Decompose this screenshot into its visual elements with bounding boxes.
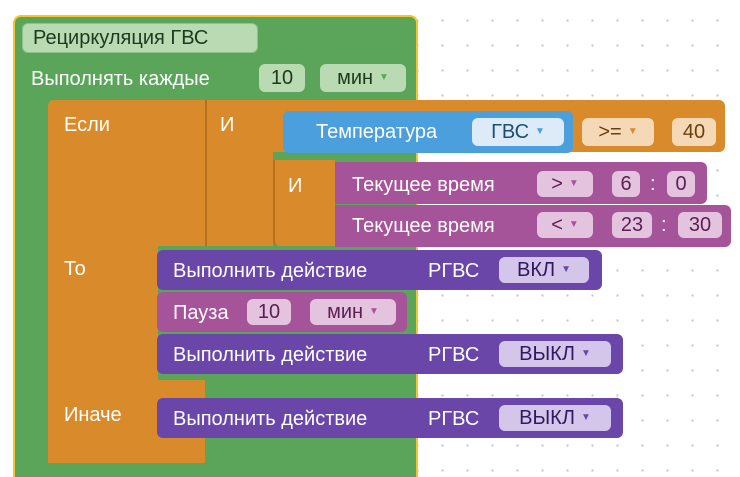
time-to-operator-dropdown[interactable]: < ▼: [537, 212, 593, 238]
chevron-down-icon: ▼: [580, 348, 591, 359]
else-action-off-state: ВЫКЛ: [519, 407, 575, 429]
sensor-source-dropdown[interactable]: ГВС ▼: [472, 118, 564, 146]
time-to-minutes: 30: [688, 214, 712, 236]
interval-unit: мин: [337, 67, 374, 89]
pause-unit-dropdown[interactable]: мин ▼: [310, 299, 396, 325]
and-block-2[interactable]: [273, 160, 335, 246]
then-action-off-state: ВЫКЛ: [519, 343, 575, 365]
chevron-down-icon: ▼: [379, 72, 389, 83]
then-action-off-state-dropdown[interactable]: ВЫКЛ ▼: [499, 341, 611, 367]
and-label-1: И: [220, 114, 235, 136]
pause-value-field[interactable]: 10: [247, 299, 291, 325]
then-action-on-label: Выполнить действие: [173, 260, 368, 282]
pause-unit: мин: [327, 301, 364, 323]
then-action-on-state-dropdown[interactable]: ВКЛ ▼: [499, 257, 589, 283]
run-every-label: Выполнять каждые: [31, 68, 210, 90]
chevron-down-icon: ▼: [369, 306, 379, 317]
else-label: Иначе: [64, 404, 122, 426]
then-action-off-device: РГВС: [428, 344, 480, 366]
time-to-label: Текущее время: [352, 215, 495, 237]
temperature-label: Температура: [316, 121, 438, 143]
and-label-2: И: [288, 175, 303, 197]
else-action-off-label: Выполнить действие: [173, 408, 368, 430]
interval-value: 10: [270, 67, 294, 89]
sensor-operator: >=: [598, 121, 622, 143]
time-from-minutes: 0: [675, 173, 687, 195]
chevron-down-icon: ▼: [535, 126, 545, 137]
sensor-source: ГВС: [491, 121, 530, 143]
time-from-hours: 6: [620, 173, 632, 195]
then-label: То: [64, 258, 86, 280]
time-to-hours: 23: [620, 214, 644, 236]
chevron-down-icon: ▼: [561, 264, 572, 275]
if-block-bottom: [48, 440, 205, 463]
time-from-minutes-field[interactable]: 0: [667, 171, 695, 197]
chevron-down-icon: ▼: [580, 412, 591, 423]
time-from-hours-field[interactable]: 6: [612, 171, 640, 197]
if-label: Если: [64, 114, 110, 136]
time-to-hours-field[interactable]: 23: [612, 212, 652, 238]
then-action-on-device: РГВС: [428, 260, 480, 282]
loop-title-field[interactable]: Рециркуляция ГВС: [22, 23, 258, 53]
else-action-off-state-dropdown[interactable]: ВЫКЛ ▼: [499, 405, 611, 431]
sensor-value: 40: [682, 121, 706, 143]
chevron-down-icon: ▼: [627, 126, 638, 137]
time-from-operator: >: [551, 173, 563, 195]
sensor-operator-dropdown[interactable]: >= ▼: [582, 118, 654, 146]
interval-unit-dropdown[interactable]: мин ▼: [320, 64, 406, 92]
time-from-operator-dropdown[interactable]: > ▼: [537, 171, 593, 197]
time-to-operator: <: [551, 214, 563, 236]
time-from-label: Текущее время: [352, 174, 495, 196]
interval-value-field[interactable]: 10: [259, 64, 305, 92]
else-action-off-device: РГВС: [428, 408, 480, 430]
then-action-on-state: ВКЛ: [516, 259, 556, 281]
pause-label: Пауза: [173, 302, 229, 324]
pause-value: 10: [257, 301, 281, 323]
loop-title: Рециркуляция ГВС: [33, 27, 209, 49]
chevron-down-icon: ▼: [568, 178, 579, 189]
time-from-separator: :: [650, 173, 656, 195]
chevron-down-icon: ▼: [568, 219, 579, 230]
sensor-value-field[interactable]: 40: [672, 118, 716, 146]
time-to-separator: :: [661, 214, 667, 236]
then-action-off-label: Выполнить действие: [173, 344, 368, 366]
and-block-1-stem: [205, 152, 273, 246]
time-to-minutes-field[interactable]: 30: [678, 212, 722, 238]
